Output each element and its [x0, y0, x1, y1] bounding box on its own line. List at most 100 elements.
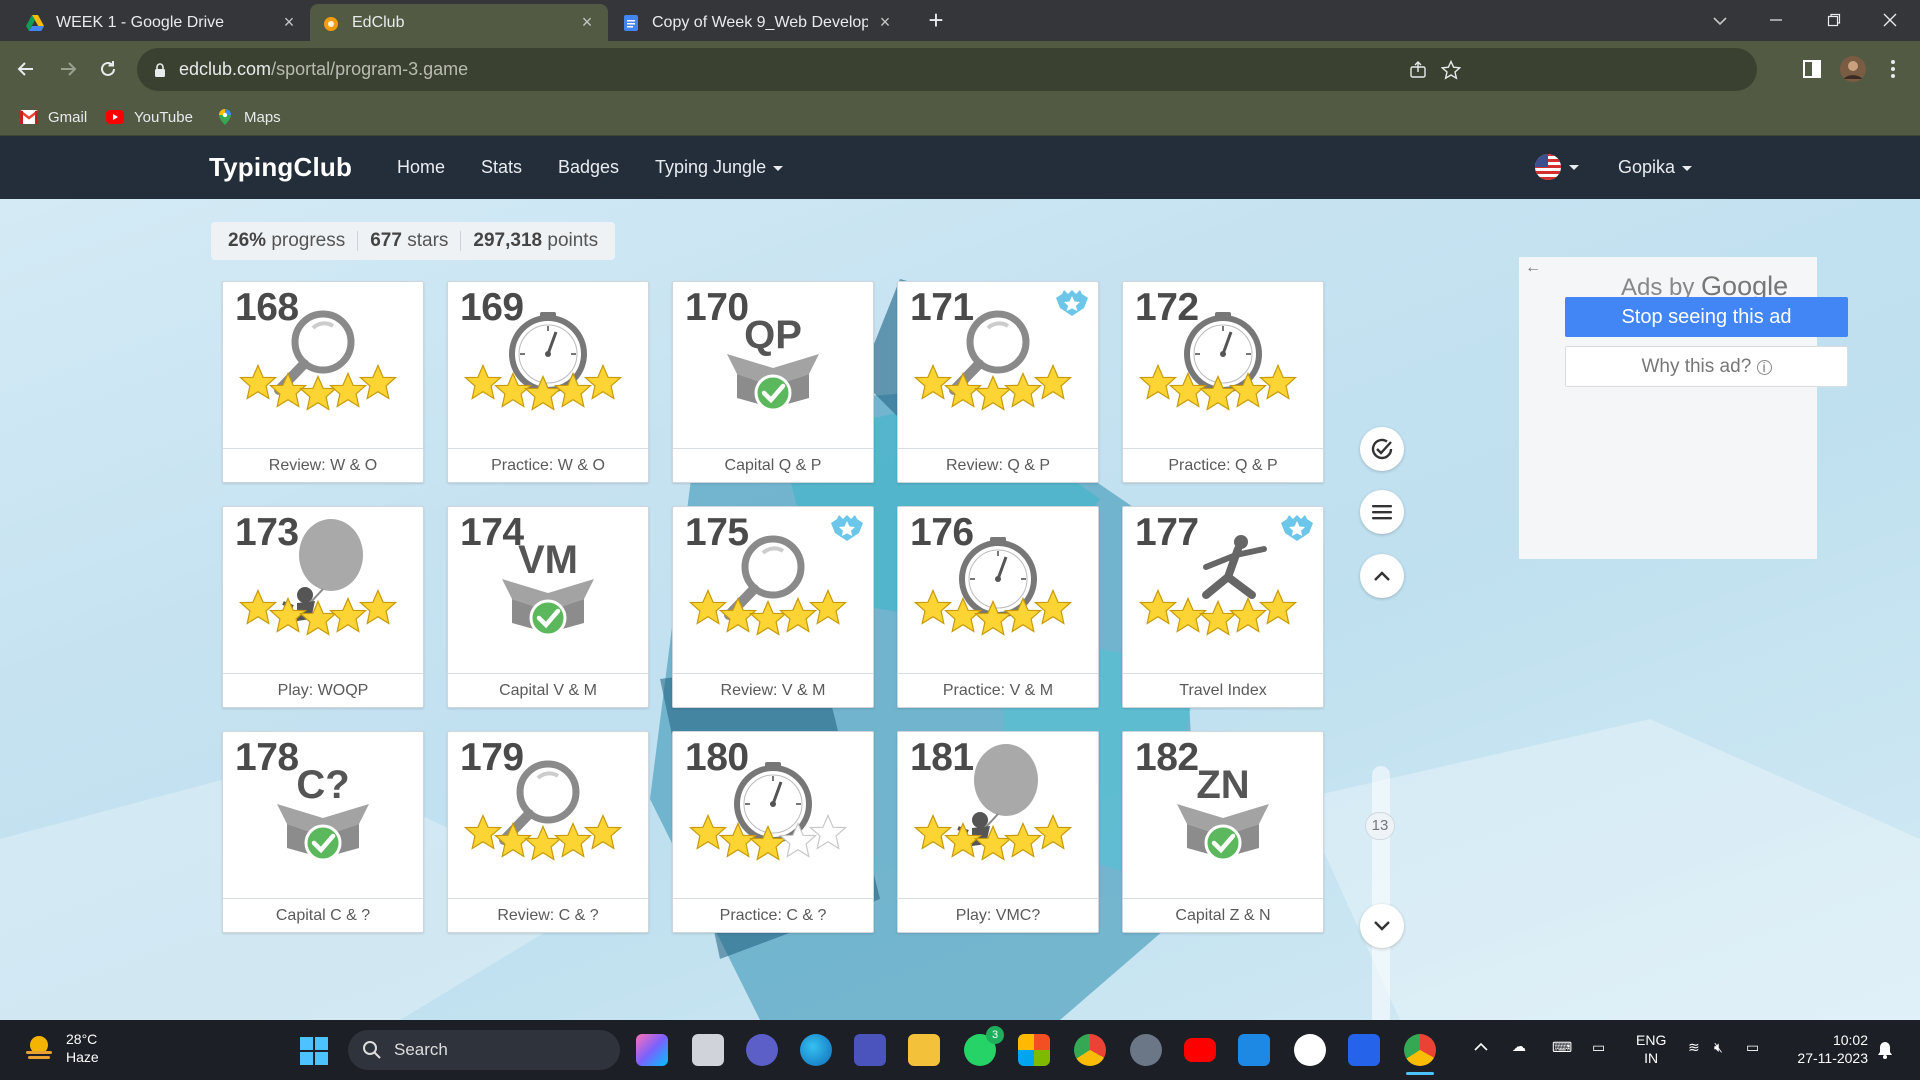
list-view-button[interactable] [1360, 490, 1404, 534]
lesson-card-170[interactable]: QP 170 Capital Q & P [672, 281, 874, 483]
teams-chat-icon[interactable] [746, 1034, 778, 1066]
display-icon[interactable]: ▭ [1592, 1039, 1605, 1056]
bookmark-star-icon[interactable] [1441, 59, 1461, 80]
typingclub-logo[interactable]: TypingClub [209, 152, 352, 183]
perfect-score-badge-icon [831, 515, 863, 541]
star-icon [1033, 588, 1073, 625]
lesson-card-180[interactable]: 180 Practice: C & ? [672, 731, 874, 933]
back-button[interactable] [6, 49, 46, 89]
settings-gear-icon[interactable] [1130, 1034, 1162, 1066]
lesson-card-173[interactable]: 173 Play: WOQP [222, 506, 424, 708]
bookmark-gmail[interactable]: Gmail [20, 98, 87, 136]
input-language[interactable]: ENG IN [1636, 1031, 1666, 1067]
mute-speaker-icon[interactable]: 🔇︎ [1714, 1039, 1723, 1056]
gmail-icon [20, 110, 38, 124]
tab-google-docs[interactable]: Copy of Week 9_Web Developm × [610, 4, 906, 41]
tab-strip: WEEK 1 - Google Drive × EdClub × Copy of… [0, 0, 1920, 41]
perfect-score-badge-icon [1056, 290, 1088, 316]
tab-google-drive[interactable]: WEEK 1 - Google Drive × [14, 4, 310, 41]
lesson-card-178[interactable]: C? 178 Capital C & ? [222, 731, 424, 933]
scroll-down-button[interactable] [1360, 904, 1404, 948]
share-icon[interactable] [1409, 60, 1427, 79]
lesson-card-174[interactable]: VM 174 Capital V & M [447, 506, 649, 708]
minimize-button[interactable] [1752, 0, 1800, 41]
microsoft-store-icon[interactable] [1018, 1034, 1050, 1066]
profile-avatar[interactable] [1839, 55, 1867, 83]
stop-seeing-ad-button[interactable]: Stop seeing this ad [1565, 297, 1848, 337]
reload-button[interactable] [88, 49, 128, 89]
notification-bell-icon[interactable] [1876, 1040, 1894, 1060]
check-progress-button[interactable] [1360, 427, 1404, 471]
chevron-down-icon [773, 165, 784, 171]
address-bar[interactable]: edclub.com/sportal/program-3.game [137, 48, 1757, 91]
close-icon[interactable]: × [578, 12, 596, 33]
clock[interactable]: 10:02 27-11-2023 [1784, 1031, 1868, 1067]
onedrive-icon[interactable]: ☁ [1512, 1038, 1526, 1055]
lesson-card-176[interactable]: 176 Practice: V & M [897, 506, 1099, 708]
lesson-card-175[interactable]: 175 Review: V & M [672, 506, 874, 708]
star-icon [238, 588, 278, 625]
chevron-up-icon[interactable] [1474, 1042, 1488, 1052]
lesson-letters: QP [744, 313, 802, 357]
close-icon[interactable]: × [280, 12, 298, 33]
chrome-profile-icon[interactable] [1404, 1034, 1436, 1075]
keyboard-icon[interactable]: ⌨ [1552, 1039, 1572, 1056]
close-window-button[interactable] [1866, 0, 1914, 41]
bookmark-youtube[interactable]: YouTube [106, 98, 193, 136]
lesson-scrollbar[interactable] [1372, 766, 1390, 1020]
nav-typing-jungle[interactable]: Typing Jungle [655, 157, 784, 178]
lesson-letters: ZN [1196, 763, 1249, 807]
bookmark-maps[interactable]: Maps [216, 98, 281, 136]
lesson-number: 174 [460, 511, 524, 554]
nav-stats[interactable]: Stats [481, 157, 522, 178]
youtube-app-icon[interactable] [1184, 1038, 1216, 1062]
why-this-ad-button[interactable]: Why this ad? i [1565, 346, 1848, 387]
tab-edclub[interactable]: EdClub × [310, 4, 608, 41]
back-arrow-icon[interactable]: ← [1525, 259, 1541, 277]
taskbar-search[interactable]: Search [348, 1030, 620, 1070]
nav-badges[interactable]: Badges [558, 157, 619, 178]
lesson-card-172[interactable]: 172 Practice: Q & P [1122, 281, 1324, 483]
wifi-icon[interactable]: ≋ [1688, 1039, 1700, 1056]
task-view-icon[interactable] [692, 1034, 724, 1066]
side-panel-icon[interactable] [1803, 60, 1821, 78]
lesson-card-179[interactable]: 179 Review: C & ? [447, 731, 649, 933]
lesson-title: Practice: V & M [898, 673, 1098, 707]
star-icon [583, 813, 623, 850]
vscode-icon[interactable] [1238, 1034, 1270, 1066]
menu-kebab-icon[interactable] [1890, 59, 1896, 79]
lesson-title: Practice: W & O [448, 448, 648, 482]
battery-icon[interactable]: ▭ [1746, 1039, 1759, 1056]
lesson-card-181[interactable]: 181 Play: VMC? [897, 731, 1099, 933]
chrome-icon[interactable] [1074, 1034, 1106, 1066]
close-icon[interactable]: × [876, 12, 894, 33]
copilot-app-icon[interactable] [636, 1034, 668, 1066]
language-selector[interactable] [1534, 153, 1579, 181]
time: 10:02 [1832, 1032, 1868, 1048]
whatsapp-icon[interactable]: 3 [964, 1026, 1004, 1066]
new-tab-button[interactable]: + [912, 0, 960, 41]
weather-widget[interactable]: 28°C Haze [22, 1030, 99, 1066]
forward-button[interactable] [48, 49, 88, 89]
lesson-card-168[interactable]: 168 Review: W & O [222, 281, 424, 483]
url-text: edclub.com/sportal/program-3.game [179, 59, 468, 80]
star-icon [1033, 813, 1073, 850]
teams-icon[interactable] [854, 1034, 886, 1066]
scroll-up-button[interactable] [1360, 554, 1404, 598]
tab-search-chevron-icon[interactable] [1696, 0, 1744, 41]
mongodb-compass-icon[interactable] [1294, 1034, 1326, 1066]
user-menu[interactable]: Gopika [1618, 157, 1693, 178]
lesson-card-171[interactable]: 171 Review: Q & P [897, 281, 1099, 483]
windows-start-icon[interactable] [300, 1037, 328, 1065]
site-navbar: TypingClub Home Stats Badges Typing Jung… [0, 136, 1920, 199]
star-icon [523, 824, 563, 861]
star-icon [973, 374, 1013, 411]
restore-button[interactable] [1810, 0, 1858, 41]
file-explorer-icon[interactable] [908, 1034, 940, 1066]
nav-home[interactable]: Home [397, 157, 445, 178]
edge-browser-icon[interactable] [800, 1034, 832, 1066]
lesson-card-169[interactable]: 169 Practice: W & O [447, 281, 649, 483]
lesson-card-177[interactable]: 177 Travel Index [1122, 506, 1324, 708]
todo-check-icon[interactable] [1348, 1034, 1380, 1066]
lesson-card-182[interactable]: ZN 182 Capital Z & N [1122, 731, 1324, 933]
